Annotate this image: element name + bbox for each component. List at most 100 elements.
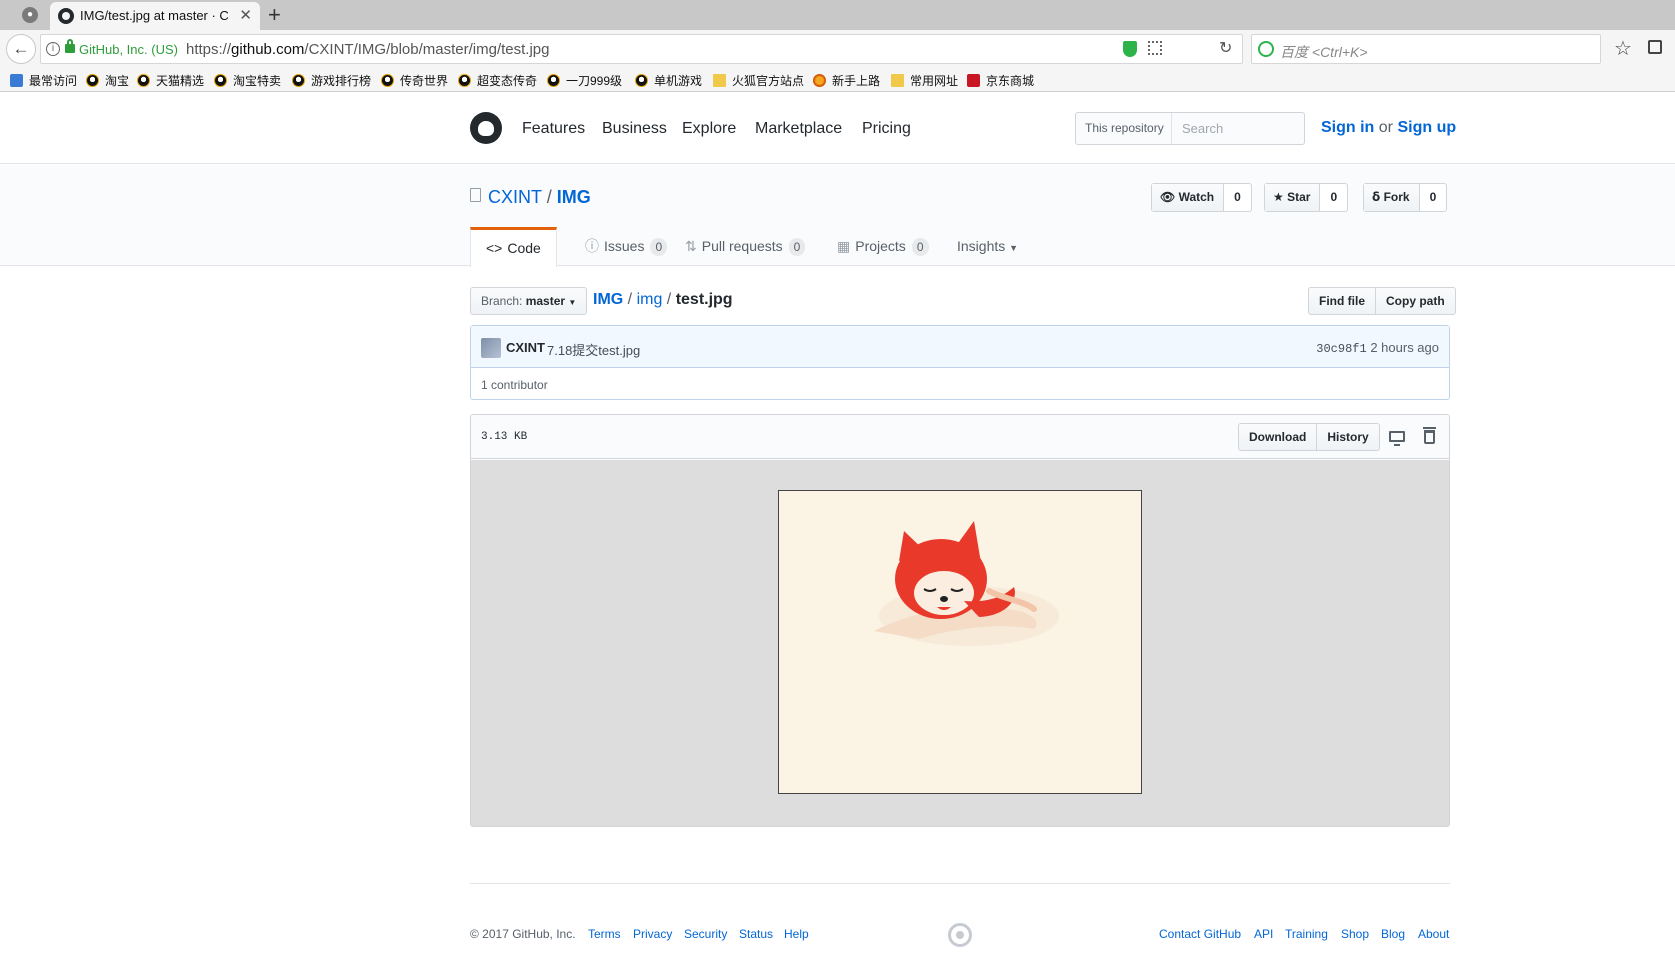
browser-search-box[interactable]: 百度 <Ctrl+K>	[1251, 34, 1601, 64]
nav-pricing[interactable]: Pricing	[862, 120, 911, 138]
footer-link-terms[interactable]: Terms	[588, 927, 621, 941]
watch-count[interactable]: 0	[1224, 184, 1251, 211]
reload-icon[interactable]: ↻	[1219, 38, 1232, 58]
browser-tab-bar: ● IMG/test.jpg at master · C ✕ +	[0, 0, 1675, 30]
trash-icon[interactable]	[1423, 427, 1436, 444]
nav-marketplace[interactable]: Marketplace	[755, 120, 842, 138]
info-icon[interactable]: i	[46, 42, 60, 56]
qq-penguin-icon	[547, 74, 560, 87]
caret-down-icon: ▼	[568, 298, 577, 307]
footer-link-training[interactable]: Training	[1285, 927, 1328, 941]
bookmark-item[interactable]: 火狐官方站点	[713, 72, 804, 89]
watch-button[interactable]: 👁︎ Watch	[1152, 184, 1225, 211]
site-identity[interactable]: GitHub, Inc. (US)	[79, 42, 178, 57]
star-icon: ★	[1273, 190, 1284, 204]
close-tab-icon[interactable]: ✕	[239, 6, 252, 24]
address-bar[interactable]: i GitHub, Inc. (US) https://github.com/C…	[40, 34, 1243, 64]
contributors-count[interactable]: 1 contributor	[481, 378, 548, 392]
footer-link-contact[interactable]: Contact GitHub	[1159, 927, 1241, 941]
qr-code-icon[interactable]	[1148, 41, 1162, 55]
bookmark-item[interactable]: 常用网址	[891, 72, 958, 89]
browser-tab-active[interactable]: IMG/test.jpg at master · C ✕	[50, 2, 260, 30]
commit-time: 2 hours ago	[1370, 340, 1439, 355]
tab-code[interactable]: <> Code	[470, 227, 557, 267]
bookmark-item[interactable]: 最常访问	[10, 72, 77, 89]
tab-issues[interactable]: ⓘ Issues 0	[570, 227, 682, 267]
github-header: Features Business Explore Marketplace Pr…	[0, 92, 1675, 164]
repo-name-link[interactable]: IMG	[557, 187, 591, 207]
github-favicon-icon	[58, 8, 74, 24]
search-engine-icon[interactable]	[1258, 41, 1274, 57]
sign-up-link[interactable]: Sign up	[1397, 119, 1456, 136]
footer-link-about[interactable]: About	[1418, 927, 1449, 941]
download-button[interactable]: Download	[1239, 424, 1316, 450]
watch-button-group: 👁︎ Watch 0	[1151, 183, 1252, 212]
bookmark-item[interactable]: 天猫精选	[137, 72, 204, 89]
url-scheme: https://	[186, 41, 232, 58]
bookmark-item[interactable]: 淘宝特卖	[214, 72, 281, 89]
star-button[interactable]: ★ Star	[1265, 184, 1321, 211]
fork-count[interactable]: 0	[1420, 184, 1447, 211]
bookmark-item[interactable]: 新手上路	[813, 72, 880, 89]
browser-app-icon[interactable]: ●	[22, 7, 38, 23]
security-shield-icon[interactable]	[1123, 41, 1137, 57]
avatar[interactable]	[481, 338, 501, 358]
nav-features[interactable]: Features	[522, 120, 585, 138]
image-viewer	[471, 460, 1449, 826]
qq-penguin-icon	[292, 74, 305, 87]
qq-penguin-icon	[458, 74, 471, 87]
git-pull-request-icon: ⇅	[685, 238, 697, 254]
auth-links: Sign in or Sign up	[1321, 119, 1456, 137]
star-count[interactable]: 0	[1320, 184, 1347, 211]
footer-copyright: © 2017 GitHub, Inc.	[470, 927, 576, 941]
bookmark-item[interactable]: 游戏排行榜	[292, 72, 371, 89]
fork-button[interactable]: ẟ Fork	[1364, 184, 1420, 211]
copy-path-button[interactable]: Copy path	[1375, 288, 1455, 314]
breadcrumb-dir-link[interactable]: img	[637, 291, 663, 308]
bookmark-item[interactable]: 淘宝	[86, 72, 129, 89]
bookmark-item[interactable]: 超变态传奇	[458, 72, 537, 89]
project-icon: ▦	[837, 238, 851, 254]
footer-link-blog[interactable]: Blog	[1381, 927, 1405, 941]
history-button[interactable]: History	[1316, 424, 1378, 450]
find-file-button[interactable]: Find file	[1309, 288, 1375, 314]
repo-owner-link[interactable]: CXINT	[488, 187, 542, 207]
github-octocat-logo-icon[interactable]	[470, 112, 502, 144]
bookmark-star-icon[interactable]: ☆	[1614, 36, 1632, 61]
footer-link-security[interactable]: Security	[684, 927, 727, 941]
commit-message-link[interactable]: 7.18提交test.jpg	[547, 340, 640, 359]
star-button-group: ★ Star 0	[1264, 183, 1349, 212]
bookmark-item[interactable]: 一刀999级	[547, 72, 622, 89]
commit-tease-box: CXINT 7.18提交test.jpg 30c98f1 2 hours ago…	[470, 325, 1450, 400]
footer-link-help[interactable]: Help	[784, 927, 809, 941]
footer-link-status[interactable]: Status	[739, 927, 773, 941]
nav-business[interactable]: Business	[602, 120, 667, 138]
bookmark-item[interactable]: 京东商城	[967, 72, 1034, 89]
bookmark-item[interactable]: 单机游戏	[635, 72, 702, 89]
tab-insights[interactable]: Insights ▼	[942, 227, 1033, 267]
commit-author-link[interactable]: CXINT	[506, 340, 545, 355]
search-input[interactable]	[1173, 113, 1304, 144]
footer-link-privacy[interactable]: Privacy	[633, 927, 672, 941]
new-tab-plus-icon[interactable]: +	[268, 3, 281, 27]
footer-link-api[interactable]: API	[1254, 927, 1273, 941]
code-icon: <>	[486, 240, 503, 256]
browser-menu-icon[interactable]	[1648, 40, 1662, 54]
bookmark-item[interactable]: 传奇世界	[381, 72, 448, 89]
tab-projects[interactable]: ▦ Projects 0	[822, 227, 944, 267]
desktop-icon[interactable]	[1389, 431, 1405, 446]
nav-explore[interactable]: Explore	[682, 120, 736, 138]
breadcrumb-current-file: test.jpg	[675, 291, 733, 308]
sign-in-link[interactable]: Sign in	[1321, 119, 1374, 136]
back-arrow-icon[interactable]: ←	[6, 34, 36, 64]
branch-select-button[interactable]: Branch: master ▼	[470, 287, 588, 315]
url-text[interactable]: https://github.com/CXINT/IMG/blob/master…	[186, 41, 549, 58]
breadcrumb-separator: /	[666, 291, 676, 308]
qq-penguin-icon	[137, 74, 150, 87]
github-mark-icon[interactable]	[948, 923, 972, 947]
breadcrumb-repo-link[interactable]: IMG	[593, 291, 623, 308]
footer-link-shop[interactable]: Shop	[1341, 927, 1369, 941]
qq-penguin-icon	[381, 74, 394, 87]
commit-sha-link[interactable]: 30c98f1	[1316, 342, 1366, 356]
tab-pull-requests[interactable]: ⇅ Pull requests 0	[670, 227, 820, 267]
